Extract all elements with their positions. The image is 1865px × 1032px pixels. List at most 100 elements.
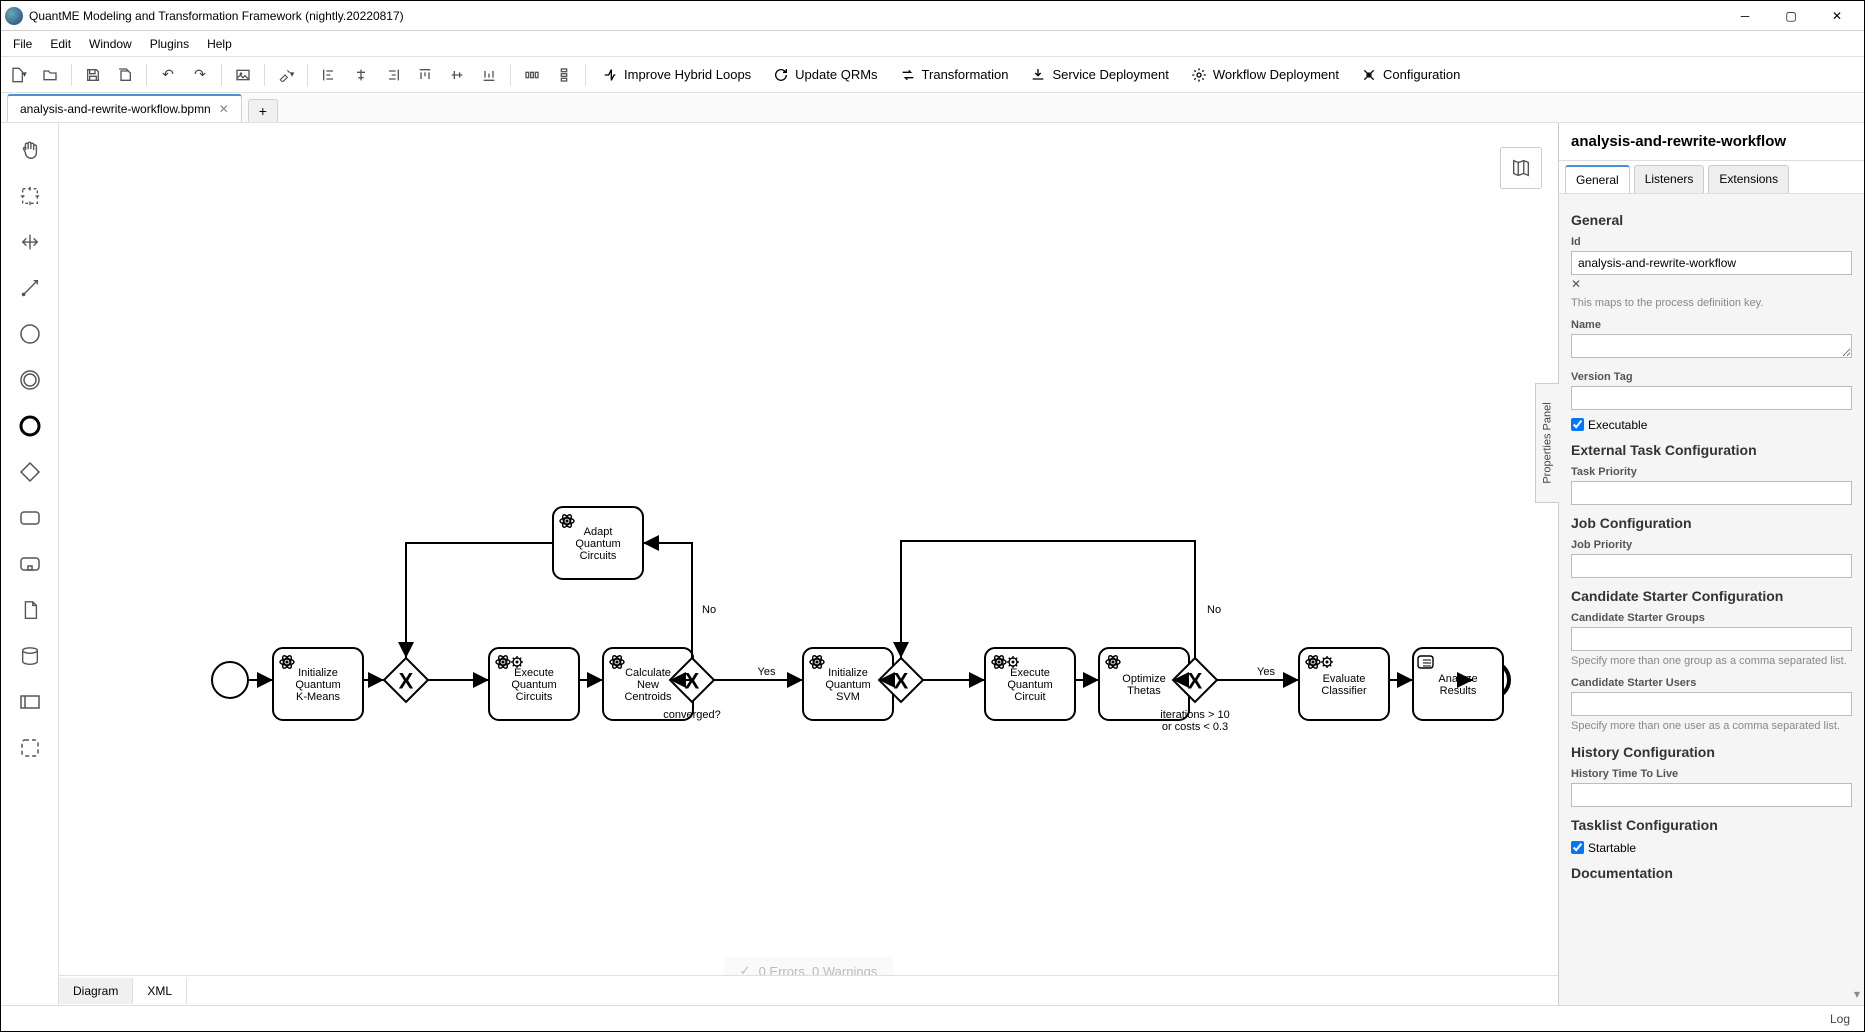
props-body[interactable]: General Id ✕ This maps to the process de… xyxy=(1559,194,1864,1005)
redo-icon[interactable]: ↷ xyxy=(187,62,213,88)
task-priority-input[interactable] xyxy=(1571,481,1852,505)
history-ttl-input[interactable] xyxy=(1571,783,1852,807)
improve-hybrid-loops-button[interactable]: Improve Hybrid Loops xyxy=(594,63,759,87)
svg-text:No: No xyxy=(702,604,716,616)
svg-text:Yes: Yes xyxy=(758,666,776,678)
distribute-h-icon[interactable] xyxy=(519,62,545,88)
titlebar-text: QuantME Modeling and Transformation Fram… xyxy=(29,9,1722,23)
lasso-tool-icon[interactable] xyxy=(13,179,47,213)
properties-panel: Properties Panel analysis-and-rewrite-wo… xyxy=(1558,123,1864,1005)
transformation-label: Transformation xyxy=(922,67,1009,82)
props-tabs: General Listeners Extensions xyxy=(1559,161,1864,194)
startable-checkbox[interactable] xyxy=(1571,841,1584,854)
mode-xml[interactable]: XML xyxy=(133,978,187,1004)
menu-edit[interactable]: Edit xyxy=(42,34,79,54)
properties-panel-toggle[interactable]: Properties Panel xyxy=(1535,383,1559,503)
tab-add-button[interactable]: + xyxy=(248,99,278,122)
file-tab-active[interactable]: analysis-and-rewrite-workflow.bpmn ✕ xyxy=(7,94,242,122)
svg-text:X: X xyxy=(399,669,414,694)
modebar: Diagram XML xyxy=(59,975,1558,1005)
job-priority-input[interactable] xyxy=(1571,554,1852,578)
subprocess-icon[interactable] xyxy=(13,547,47,581)
candidate-users-input[interactable] xyxy=(1571,692,1852,716)
props-tab-extensions[interactable]: Extensions xyxy=(1708,165,1789,193)
workflow-deployment-button[interactable]: Workflow Deployment xyxy=(1183,63,1347,87)
save-all-icon[interactable] xyxy=(112,62,138,88)
align-middle-icon[interactable] xyxy=(444,62,470,88)
distribute-v-icon[interactable] xyxy=(551,62,577,88)
svg-text:Quantum: Quantum xyxy=(295,679,340,691)
align-bottom-icon[interactable] xyxy=(476,62,502,88)
startable-label: Startable xyxy=(1588,841,1636,855)
align-center-icon[interactable] xyxy=(348,62,374,88)
section-candidate: Candidate Starter Configuration xyxy=(1571,588,1852,604)
start-event-icon[interactable] xyxy=(13,317,47,351)
color-icon[interactable]: ▾ xyxy=(273,62,299,88)
group-icon[interactable] xyxy=(13,731,47,765)
svg-text:Thetas: Thetas xyxy=(1127,685,1161,697)
minimize-button[interactable]: ─ xyxy=(1722,1,1768,31)
svg-text:Quantum: Quantum xyxy=(825,679,870,691)
maximize-button[interactable]: ▢ xyxy=(1768,1,1814,31)
props-tab-listeners[interactable]: Listeners xyxy=(1634,165,1705,193)
task-icon[interactable] xyxy=(13,501,47,535)
props-title: analysis-and-rewrite-workflow xyxy=(1559,123,1864,161)
svg-text:Quantum: Quantum xyxy=(511,679,556,691)
id-clear-icon[interactable]: ✕ xyxy=(1571,277,1581,291)
participant-icon[interactable] xyxy=(13,685,47,719)
svg-text:X: X xyxy=(894,669,909,694)
footer: Log xyxy=(1,1005,1864,1031)
improve-label: Improve Hybrid Loops xyxy=(624,67,751,82)
tab-close-icon[interactable]: ✕ xyxy=(219,102,229,116)
data-store-icon[interactable] xyxy=(13,639,47,673)
new-file-icon[interactable]: ▾ xyxy=(5,62,31,88)
end-event-icon[interactable] xyxy=(13,409,47,443)
name-input[interactable] xyxy=(1571,334,1852,358)
minimap-toggle[interactable] xyxy=(1500,147,1542,189)
menu-help[interactable]: Help xyxy=(199,34,240,54)
align-right-icon[interactable] xyxy=(380,62,406,88)
log-button[interactable]: Log xyxy=(1830,1012,1850,1026)
svg-text:No: No xyxy=(1207,604,1221,616)
svg-text:Yes: Yes xyxy=(1257,666,1275,678)
transformation-button[interactable]: Transformation xyxy=(892,63,1017,87)
props-collapse-icon[interactable]: ▾ xyxy=(1854,987,1860,1001)
space-tool-icon[interactable] xyxy=(13,225,47,259)
menu-file[interactable]: File xyxy=(5,34,40,54)
executable-checkbox[interactable] xyxy=(1571,418,1584,431)
service-deployment-button[interactable]: Service Deployment xyxy=(1022,63,1176,87)
svg-text:Quantum: Quantum xyxy=(1007,679,1052,691)
data-object-icon[interactable] xyxy=(13,593,47,627)
close-button[interactable]: ✕ xyxy=(1814,1,1860,31)
id-input[interactable] xyxy=(1571,251,1852,275)
svg-text:iterations > 10: iterations > 10 xyxy=(1160,709,1229,721)
props-toggle-label: Properties Panel xyxy=(1542,402,1554,483)
name-label: Name xyxy=(1571,319,1852,331)
intermediate-event-icon[interactable] xyxy=(13,363,47,397)
svg-text:Calculate: Calculate xyxy=(625,667,671,679)
configuration-button[interactable]: Configuration xyxy=(1353,63,1468,87)
menubar: File Edit Window Plugins Help xyxy=(1,31,1864,57)
menu-window[interactable]: Window xyxy=(81,34,140,54)
version-input[interactable] xyxy=(1571,386,1852,410)
align-left-icon[interactable] xyxy=(316,62,342,88)
undo-icon[interactable]: ↶ xyxy=(155,62,181,88)
connect-tool-icon[interactable] xyxy=(13,271,47,305)
menu-plugins[interactable]: Plugins xyxy=(142,34,197,54)
canvas[interactable]: InitializeQuantumK-MeansExecuteQuantumCi… xyxy=(59,123,1558,1005)
hand-tool-icon[interactable] xyxy=(13,133,47,167)
save-icon[interactable] xyxy=(80,62,106,88)
svg-text:Circuits: Circuits xyxy=(516,691,553,703)
gateway-icon[interactable] xyxy=(13,455,47,489)
update-qrms-button[interactable]: Update QRMs xyxy=(765,63,885,87)
open-file-icon[interactable] xyxy=(37,62,63,88)
svg-text:New: New xyxy=(637,679,659,691)
export-image-icon[interactable] xyxy=(230,62,256,88)
candidate-groups-input[interactable] xyxy=(1571,627,1852,651)
align-top-icon[interactable] xyxy=(412,62,438,88)
svg-text:Classifier: Classifier xyxy=(1321,685,1367,697)
svg-text:Circuit: Circuit xyxy=(1014,691,1045,703)
mode-diagram[interactable]: Diagram xyxy=(59,978,133,1004)
props-tab-general[interactable]: General xyxy=(1565,165,1630,193)
update-qrms-label: Update QRMs xyxy=(795,67,877,82)
